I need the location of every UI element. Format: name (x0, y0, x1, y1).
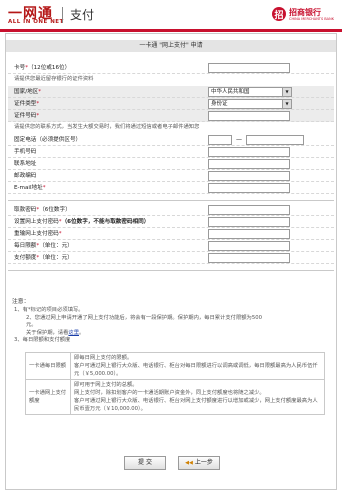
confirm-pay-password-row: 重输网上支付密码* (8, 228, 334, 240)
pay-limit-desc-3: 客户可通过网上银行大众版、电话银行、柜台对网上支付额度进行以增加或减少，网上支付… (74, 398, 318, 412)
confirm-pay-password-label: 重输网上支付密码 (14, 231, 59, 237)
note-2c-suffix: 。 (79, 329, 85, 336)
logo-divider (62, 7, 63, 23)
id-type-select[interactable]: 身份证 ▼ (208, 99, 292, 109)
note-2c-prefix: 关于保护期，请看 (26, 329, 69, 336)
id-type-label: 证件类型 (14, 101, 37, 107)
region-select[interactable]: 中华人民共和国 ▼ (208, 87, 292, 97)
card-number-hint: （12位或16位） (28, 65, 71, 71)
submit-button[interactable]: 提 交 (124, 456, 166, 470)
phone-label: 固定电话（必须提供区号） (14, 137, 82, 143)
bank-name: 招商银行 (289, 7, 321, 17)
set-pay-password-hint: （6位数字，不能与取款密码相同） (61, 219, 150, 225)
limits-table: 一卡通每日限额 即每日网上支付的限额。 客户可通过网上银行大众版、电话银行、柜台… (25, 352, 325, 415)
address-label: 联系地址 (14, 161, 37, 167)
id-info-note: 请提供您最近留存银行的证件资料 (14, 76, 94, 82)
pay-limit-input[interactable] (208, 253, 290, 263)
note-2a: 2、您通过网上申请开通了网上支付功能后，将会有一段保护期。保护期内，每日累计支付… (26, 314, 262, 321)
daily-limit-row: 每日限额*（单位：元） (8, 240, 334, 252)
mobile-row: 手机号码 (8, 146, 334, 158)
zip-label: 邮政编码 (14, 173, 37, 179)
fetch-password-input[interactable] (208, 205, 290, 215)
section-divider (8, 266, 334, 271)
fetch-password-hint: （6位数字） (39, 207, 71, 213)
daily-limit-desc-2: 客户可通过网上银行大众版、电话银行、柜台对每日限额进行以调高或调低，每日限额最高… (74, 363, 318, 377)
logo-sub: ALL IN ONE NET (8, 19, 64, 25)
note-1: 1、有*标记的项目必须填写。 (14, 307, 84, 313)
table-row: 一卡通网上支付额度 即可用于网上支付的总额。 网上支付时，除扣划客户的一卡通活期… (25, 379, 325, 415)
back-button-label: 上一步 (194, 459, 213, 466)
address-row: 联系地址 (8, 158, 334, 170)
bank-logo: 招 招商银行 CHINA MERCHANTS BANK (272, 7, 334, 21)
zip-input[interactable] (208, 171, 290, 181)
pay-limit-label: 支付额度 (14, 255, 37, 261)
confirm-pay-password-input[interactable] (208, 229, 290, 239)
note-2c: 关于保护期，请看这里。 (8, 330, 334, 338)
protection-period-link[interactable]: 这里 (68, 330, 79, 336)
note-3: 3、每日限额和支付额度 (14, 337, 71, 343)
mobile-label: 手机号码 (14, 149, 37, 155)
card-number-label: 卡号 (14, 65, 26, 71)
id-type-select-value: 身份证 (211, 101, 228, 107)
chevron-down-icon: ▼ (282, 88, 291, 96)
region-label: 国家/地区 (14, 89, 39, 95)
page-title: 支付 (70, 8, 95, 22)
panel-title: 一卡通 "网上支付" 申请 (6, 40, 336, 52)
fetch-password-row: 取款密码*（6位数字） (8, 204, 334, 216)
contact-note: 请提供您的联系方式，当发生大额交易时，我们将通过短信或者电子邮件通知您 (14, 124, 200, 130)
phone-row: 固定电话（必须提供区号） — (8, 134, 334, 146)
daily-limit-desc-1: 即每日网上支付的限额。 (74, 355, 133, 361)
bank-name-en: CHINA MERCHANTS BANK (289, 16, 334, 21)
chevron-down-icon: ▼ (282, 100, 291, 108)
zip-row: 邮政编码 (8, 170, 334, 182)
pay-limit-desc-1: 即可用于网上支付的总额。 (74, 382, 138, 388)
set-pay-password-label: 设置网上支付密码 (14, 219, 59, 225)
set-pay-password-input[interactable] (208, 217, 290, 227)
bank-logo-icon: 招 (272, 7, 286, 21)
phone-dash: — (236, 136, 242, 143)
button-bar: 提 交 ◀◀ 上一步 (6, 456, 336, 472)
application-panel: 一卡通 "网上支付" 申请 卡号*（12位或16位） 请提供您最近留存银行的证件… (5, 33, 337, 490)
note-2b: 元。 (26, 322, 37, 328)
notes-heading: 注意： (12, 299, 30, 305)
daily-limit-label: 每日限额 (14, 243, 37, 249)
address-input[interactable] (208, 159, 290, 169)
email-row: E-mail地址* (8, 182, 334, 194)
daily-limit-key: 一卡通每日限额 (25, 352, 71, 380)
pay-limit-hint: （单位：元） (39, 255, 73, 261)
back-button[interactable]: ◀◀ 上一步 (178, 456, 220, 470)
mobile-input[interactable] (208, 147, 290, 157)
region-row: 国家/地区* 中华人民共和国 ▼ (8, 86, 334, 98)
card-number-input[interactable] (208, 63, 290, 73)
region-select-value: 中华人民共和国 (211, 89, 250, 95)
id-number-row: 证件号码* (8, 110, 334, 122)
section-divider (8, 196, 334, 201)
notes-section: 注意： 1、有*标记的项目必须填写。 2、您通过网上申请开通了网上支付功能后，将… (8, 298, 334, 345)
table-row: 一卡通每日限额 即每日网上支付的限额。 客户可通过网上银行大众版、电话银行、柜台… (25, 352, 325, 380)
id-type-row: 证件类型* 身份证 ▼ (8, 98, 334, 110)
double-arrow-left-icon: ◀◀ (185, 460, 193, 466)
card-number-row: 卡号*（12位或16位） (8, 62, 334, 74)
id-number-label: 证件号码 (14, 113, 37, 119)
email-label: E-mail地址 (14, 185, 43, 191)
pay-limit-key: 一卡通网上支付额度 (25, 379, 71, 415)
pay-limit-desc-2: 网上支付时，除扣划客户的一卡通活期账户资金外，同上支付额度也将随之减少。 (74, 390, 265, 396)
email-input[interactable] (208, 183, 290, 193)
phone-area-input[interactable] (208, 135, 232, 145)
header: 一网通 ALL IN ONE NET 支付 招 招商银行 CHINA MERCH… (0, 0, 342, 29)
daily-limit-input[interactable] (208, 241, 290, 251)
daily-limit-hint: （单位：元） (39, 243, 73, 249)
pay-limit-row: 支付额度*（单位：元） (8, 252, 334, 264)
id-number-input[interactable] (208, 111, 290, 121)
header-divider (0, 29, 342, 32)
set-pay-password-row: 设置网上支付密码*（6位数字，不能与取款密码相同） (8, 216, 334, 228)
phone-number-input[interactable] (246, 135, 304, 145)
fetch-password-label: 取款密码 (14, 207, 37, 213)
